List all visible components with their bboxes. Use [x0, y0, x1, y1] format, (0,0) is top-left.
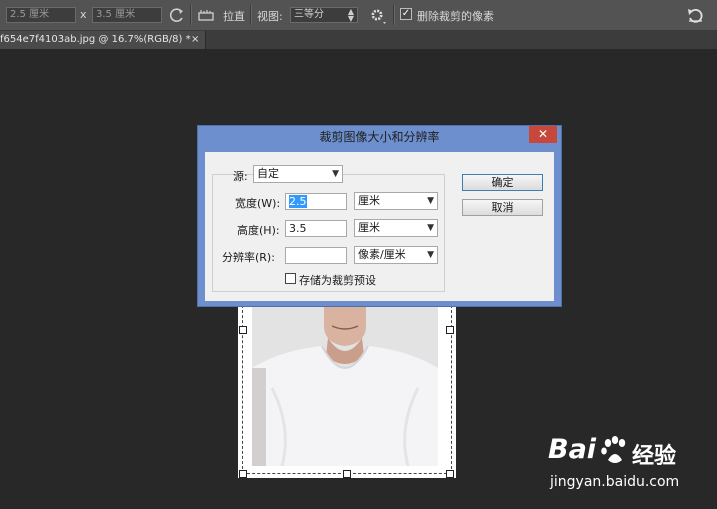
- swap-dimensions-icon[interactable]: [168, 7, 186, 23]
- height-unit-value: 厘米: [358, 221, 380, 234]
- dimension-separator: x: [80, 8, 87, 21]
- close-button[interactable]: ✕: [529, 126, 557, 143]
- watermark-brand-left: Bai: [548, 434, 597, 465]
- dropdown-arrow-icon: ▼: [427, 223, 434, 233]
- save-preset-label[interactable]: 存储为裁剪预设: [299, 272, 376, 288]
- toolbar-divider: [393, 5, 395, 25]
- source-label: 源:: [233, 170, 248, 183]
- height-input[interactable]: 3.5: [285, 220, 347, 237]
- resolution-unit-value: 像素/厘米: [358, 248, 406, 261]
- height-unit-select[interactable]: 厘米 ▼: [354, 219, 438, 237]
- width-label: 宽度(W):: [235, 197, 281, 210]
- reset-icon[interactable]: [686, 7, 704, 23]
- cancel-button[interactable]: 取消: [462, 199, 543, 216]
- crop-handle[interactable]: [343, 470, 351, 478]
- resolution-input[interactable]: [285, 247, 347, 264]
- document-tab[interactable]: f654e7f4103ab.jpg @ 16.7%(RGB/8) * ×: [0, 31, 206, 49]
- dialog-body: 源: 自定 ▼ 宽度(W): 2.5 厘米 ▼ 高度(H): 3.5 厘米 ▼ …: [205, 152, 554, 301]
- view-overlay-value: 三等分: [294, 9, 324, 20]
- dropdown-arrow-icon: ▼: [427, 196, 434, 206]
- height-label: 高度(H):: [237, 224, 280, 237]
- source-value: 自定: [257, 167, 279, 180]
- source-select[interactable]: 自定 ▼: [253, 165, 343, 183]
- dropdown-arrow-icon: ▼: [332, 169, 339, 179]
- dialog-title: 裁剪图像大小和分辨率: [319, 130, 440, 144]
- document-tab-title: f654e7f4103ab.jpg @ 16.7%(RGB/8) *: [0, 34, 191, 45]
- crop-height-field[interactable]: 3.5 厘米: [92, 7, 162, 23]
- save-preset-checkbox[interactable]: [285, 273, 296, 284]
- watermark-brand-right: 经验: [632, 444, 677, 469]
- width-value: 2.5: [289, 195, 307, 208]
- paw-logo-icon: [600, 436, 630, 466]
- view-label: 视图:: [257, 10, 283, 23]
- crop-border[interactable]: [242, 300, 452, 474]
- straighten-label[interactable]: 拉直: [223, 8, 245, 24]
- resolution-unit-select[interactable]: 像素/厘米 ▼: [354, 246, 438, 264]
- crop-handle[interactable]: [446, 326, 454, 334]
- toolbar-divider: [250, 5, 252, 25]
- document-tab-bar: f654e7f4103ab.jpg @ 16.7%(RGB/8) * ×: [0, 31, 717, 49]
- crop-handle[interactable]: [239, 470, 247, 478]
- delete-cropped-pixels-checkbox[interactable]: ✓: [400, 8, 412, 20]
- crop-handle[interactable]: [239, 326, 247, 334]
- width-input[interactable]: 2.5: [285, 193, 347, 210]
- watermark-url: jingyan.baidu.com: [550, 474, 680, 490]
- dropdown-arrow-icon: ▼: [427, 250, 434, 260]
- straighten-icon[interactable]: [197, 7, 215, 23]
- baidu-jingyan-watermark: Bai 经验 jingyan.baidu.com: [548, 432, 708, 494]
- updown-arrow-icon: ▲ ▼: [347, 7, 354, 23]
- crop-width-field[interactable]: 2.5 厘米: [6, 7, 76, 23]
- close-tab-icon[interactable]: ×: [191, 31, 199, 49]
- delete-cropped-pixels-label[interactable]: 删除裁剪的像素: [417, 8, 494, 24]
- crop-handle[interactable]: [446, 470, 454, 478]
- view-overlay-select[interactable]: 三等分 ▲ ▼: [290, 7, 358, 23]
- ok-button[interactable]: 确定: [462, 174, 543, 191]
- width-unit-select[interactable]: 厘米 ▼: [354, 192, 438, 210]
- width-unit-value: 厘米: [358, 194, 380, 207]
- options-bar: 2.5 厘米 x 3.5 厘米 拉直 视图: 三等分 ▲ ▼ ✓ 删除裁剪的像素: [0, 0, 717, 31]
- resolution-label: 分辨率(R):: [222, 251, 275, 264]
- toolbar-divider: [190, 5, 192, 25]
- crop-size-dialog: 裁剪图像大小和分辨率 ✕ 源: 自定 ▼ 宽度(W): 2.5 厘米 ▼ 高度(…: [197, 125, 562, 307]
- gear-icon[interactable]: [368, 7, 388, 25]
